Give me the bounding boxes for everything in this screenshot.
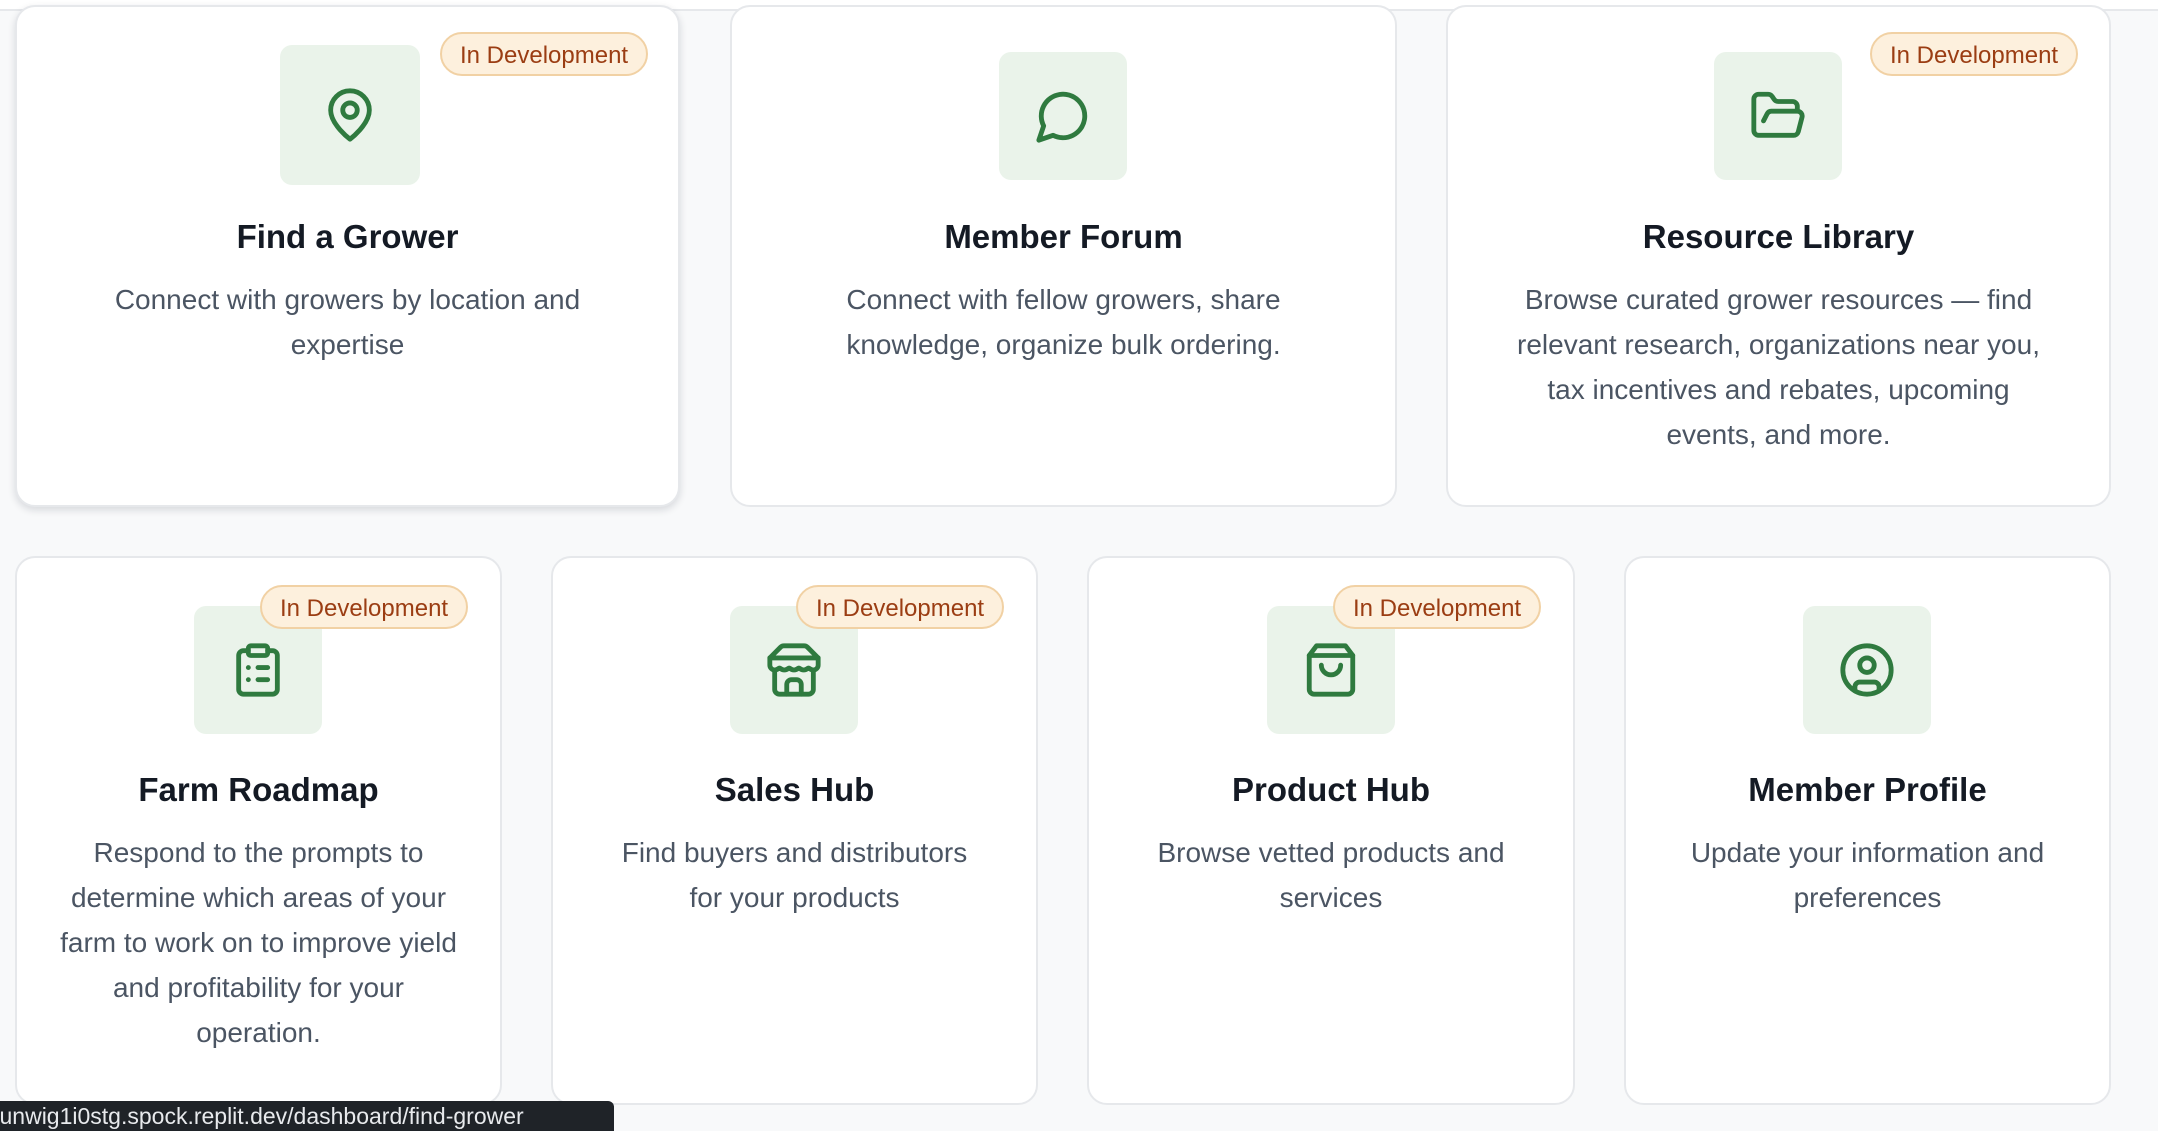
card-description: Connect with growers by location and exp… (114, 284, 581, 360)
status-badge: In Development (440, 32, 649, 76)
card-title: Member Forum (944, 218, 1183, 255)
card-title: Member Profile (1748, 771, 1987, 808)
message-circle-icon (999, 52, 1127, 180)
status-bar-url-text: xunwig1i0stg.spock.replit.dev/dashboard/… (0, 1103, 524, 1129)
card-member-forum[interactable]: Member Forum Connect with fellow growers… (730, 5, 1397, 507)
status-bar-url: xunwig1i0stg.spock.replit.dev/dashboard/… (0, 1101, 614, 1131)
card-description: Respond to the prompts to determine whic… (60, 837, 457, 1048)
folder-open-icon (1714, 52, 1842, 180)
card-title: Find a Grower (236, 218, 459, 255)
card-member-profile[interactable]: Member Profile Update your information a… (1624, 556, 2111, 1105)
card-resource-library[interactable]: In Development Resource Library Browse c… (1446, 5, 2111, 507)
card-sales-hub[interactable]: In Development Sales Hub Find buyers and… (551, 556, 1038, 1105)
card-description: Connect with fellow growers, share knowl… (846, 284, 1281, 360)
card-product-hub[interactable]: In Development Product Hub Browse vetted… (1087, 556, 1575, 1105)
status-badge: In Development (1333, 585, 1542, 629)
card-title: Resource Library (1642, 218, 1915, 255)
card-title: Farm Roadmap (138, 771, 379, 808)
card-description: Browse curated grower resources — find r… (1517, 284, 2040, 450)
card-title: Sales Hub (714, 771, 875, 808)
card-description: Browse vetted products and services (1157, 837, 1505, 913)
status-badge: In Development (796, 585, 1005, 629)
card-find-a-grower[interactable]: In Development Find a Grower Connect wit… (15, 5, 680, 507)
card-title: Product Hub (1232, 771, 1430, 808)
status-badge: In Development (260, 585, 469, 629)
card-farm-roadmap[interactable]: In Development Farm Roadmap Respond to t… (15, 556, 502, 1105)
user-circle-icon (1803, 606, 1931, 734)
map-pin-icon (280, 45, 420, 185)
status-badge: In Development (1870, 32, 2079, 76)
card-description: Find buyers and distributors for your pr… (621, 837, 968, 913)
card-description: Update your information and preferences (1690, 837, 2045, 913)
